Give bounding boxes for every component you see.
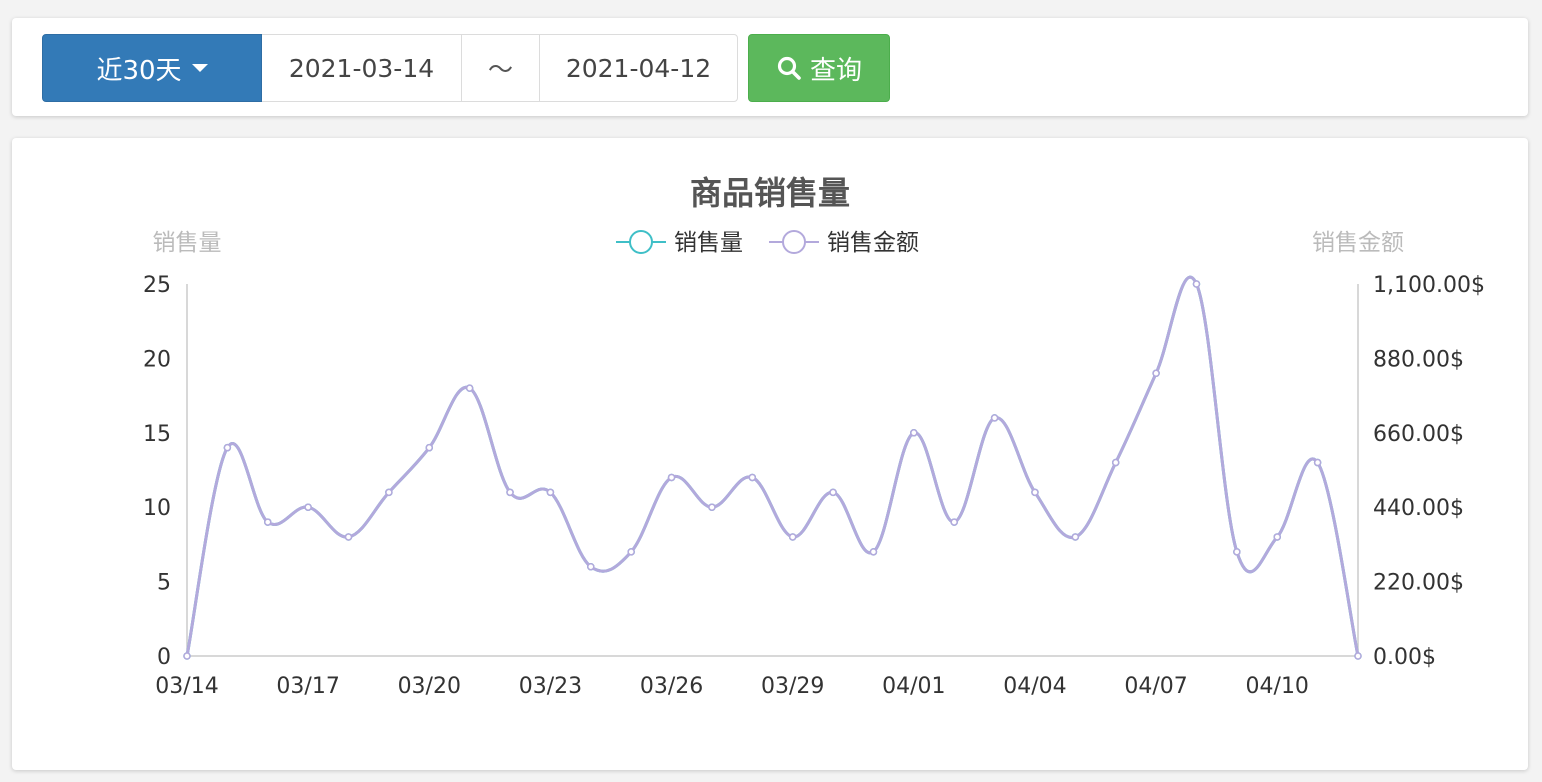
data-point (344, 533, 353, 541)
y-right-tick-label: 1,100.00$ (1373, 273, 1485, 298)
data-point (304, 503, 312, 511)
data-point (1152, 369, 1160, 378)
data-point (425, 443, 434, 452)
toolbar-panel: 近30天 2021-03-14 ～ 2021-04-12 查询 (12, 18, 1528, 116)
search-icon (777, 56, 801, 80)
y-right-tick-label: 220.00$ (1373, 571, 1464, 596)
y-left-tick-label: 5 (157, 571, 171, 596)
caret-down-icon (191, 64, 208, 72)
data-point (546, 488, 555, 497)
x-tick-label: 04/07 (1124, 674, 1187, 699)
x-tick-label: 03/17 (276, 674, 339, 699)
data-point (748, 473, 757, 482)
x-tick-label: 03/29 (761, 674, 824, 699)
y-right-tick-label: 660.00$ (1373, 422, 1464, 447)
data-point (385, 488, 393, 497)
start-date-input[interactable]: 2021-03-14 (262, 34, 462, 102)
data-point (950, 518, 958, 526)
chart-panel: 商品销售量 销售量 销售金额 销售量 销售金额 0 5 10 15 20 25 0.00$ 22… (12, 138, 1528, 770)
series-quantity (183, 275, 1362, 660)
data-point (708, 503, 716, 511)
chart-legend: 销售量 销售金额 (616, 230, 919, 256)
x-tick-label: 04/04 (1003, 674, 1066, 699)
query-button[interactable]: 查询 (748, 34, 890, 102)
legend-item-amount: 销售金额 (769, 230, 919, 256)
data-point (990, 414, 999, 422)
series-amount (183, 275, 1362, 660)
data-point (1273, 533, 1281, 541)
x-tick-label: 03/23 (519, 674, 582, 699)
x-tick-label: 04/01 (882, 674, 945, 699)
sales-chart: 商品销售量 销售量 销售金额 销售量 销售金额 0 5 10 15 20 25 0.00$ 22… (143, 174, 1485, 699)
data-point (183, 652, 191, 660)
y-right-axis-label: 销售金额 (1312, 230, 1404, 256)
data-point (1111, 458, 1120, 467)
legend-circle-icon (782, 230, 806, 254)
legend-item-quantity: 销售量 (616, 230, 743, 256)
data-point (829, 488, 837, 497)
y-right-tick-label: 0.00$ (1373, 645, 1436, 670)
series-line (185, 275, 1360, 657)
y-left-tick-label: 25 (143, 273, 171, 298)
data-point (1031, 488, 1039, 497)
date-range-label: 近30天 (96, 55, 182, 86)
legend-label: 销售量 (674, 230, 743, 256)
query-label: 查询 (809, 55, 862, 86)
chart-series (183, 275, 1362, 660)
legend-circle-icon (629, 230, 653, 254)
data-point (223, 443, 232, 452)
series-line (185, 275, 1360, 657)
y-left-tick-label: 15 (143, 422, 171, 447)
y-left-tick-label: 0 (157, 645, 171, 670)
end-date-input[interactable]: 2021-04-12 (539, 34, 738, 102)
date-range-dropdown[interactable]: 近30天 (42, 34, 262, 102)
data-point (506, 488, 514, 497)
x-tick-label: 03/14 (155, 674, 218, 699)
data-point (1233, 548, 1241, 556)
data-point (910, 429, 918, 437)
data-point (1354, 652, 1362, 660)
data-point (667, 473, 676, 482)
data-point (587, 562, 595, 571)
y-right-tick-label: 880.00$ (1373, 347, 1464, 372)
y-right-tick-label: 440.00$ (1373, 496, 1464, 521)
data-point (627, 548, 635, 556)
x-tick-label: 03/20 (398, 674, 461, 699)
data-point (465, 384, 474, 392)
data-point (264, 518, 272, 526)
x-tick-label: 03/26 (640, 674, 703, 699)
data-point (788, 533, 797, 541)
y-left-axis-label: 销售量 (153, 230, 222, 256)
data-point (869, 548, 878, 556)
data-point (1192, 280, 1201, 288)
x-tick-label: 04/10 (1246, 674, 1309, 699)
chart-axes: 0 5 10 15 20 25 0.00$ 220.00$ 440.00$ 660.00$ 880.… (143, 273, 1485, 699)
legend-label: 销售金额 (827, 230, 919, 256)
y-left-tick-label: 20 (143, 347, 171, 372)
y-left-tick-label: 10 (143, 496, 171, 521)
chart-title: 商品销售量 (690, 174, 850, 212)
data-point (1313, 458, 1322, 467)
data-point (1071, 533, 1080, 541)
date-separator: ～ (461, 34, 540, 102)
